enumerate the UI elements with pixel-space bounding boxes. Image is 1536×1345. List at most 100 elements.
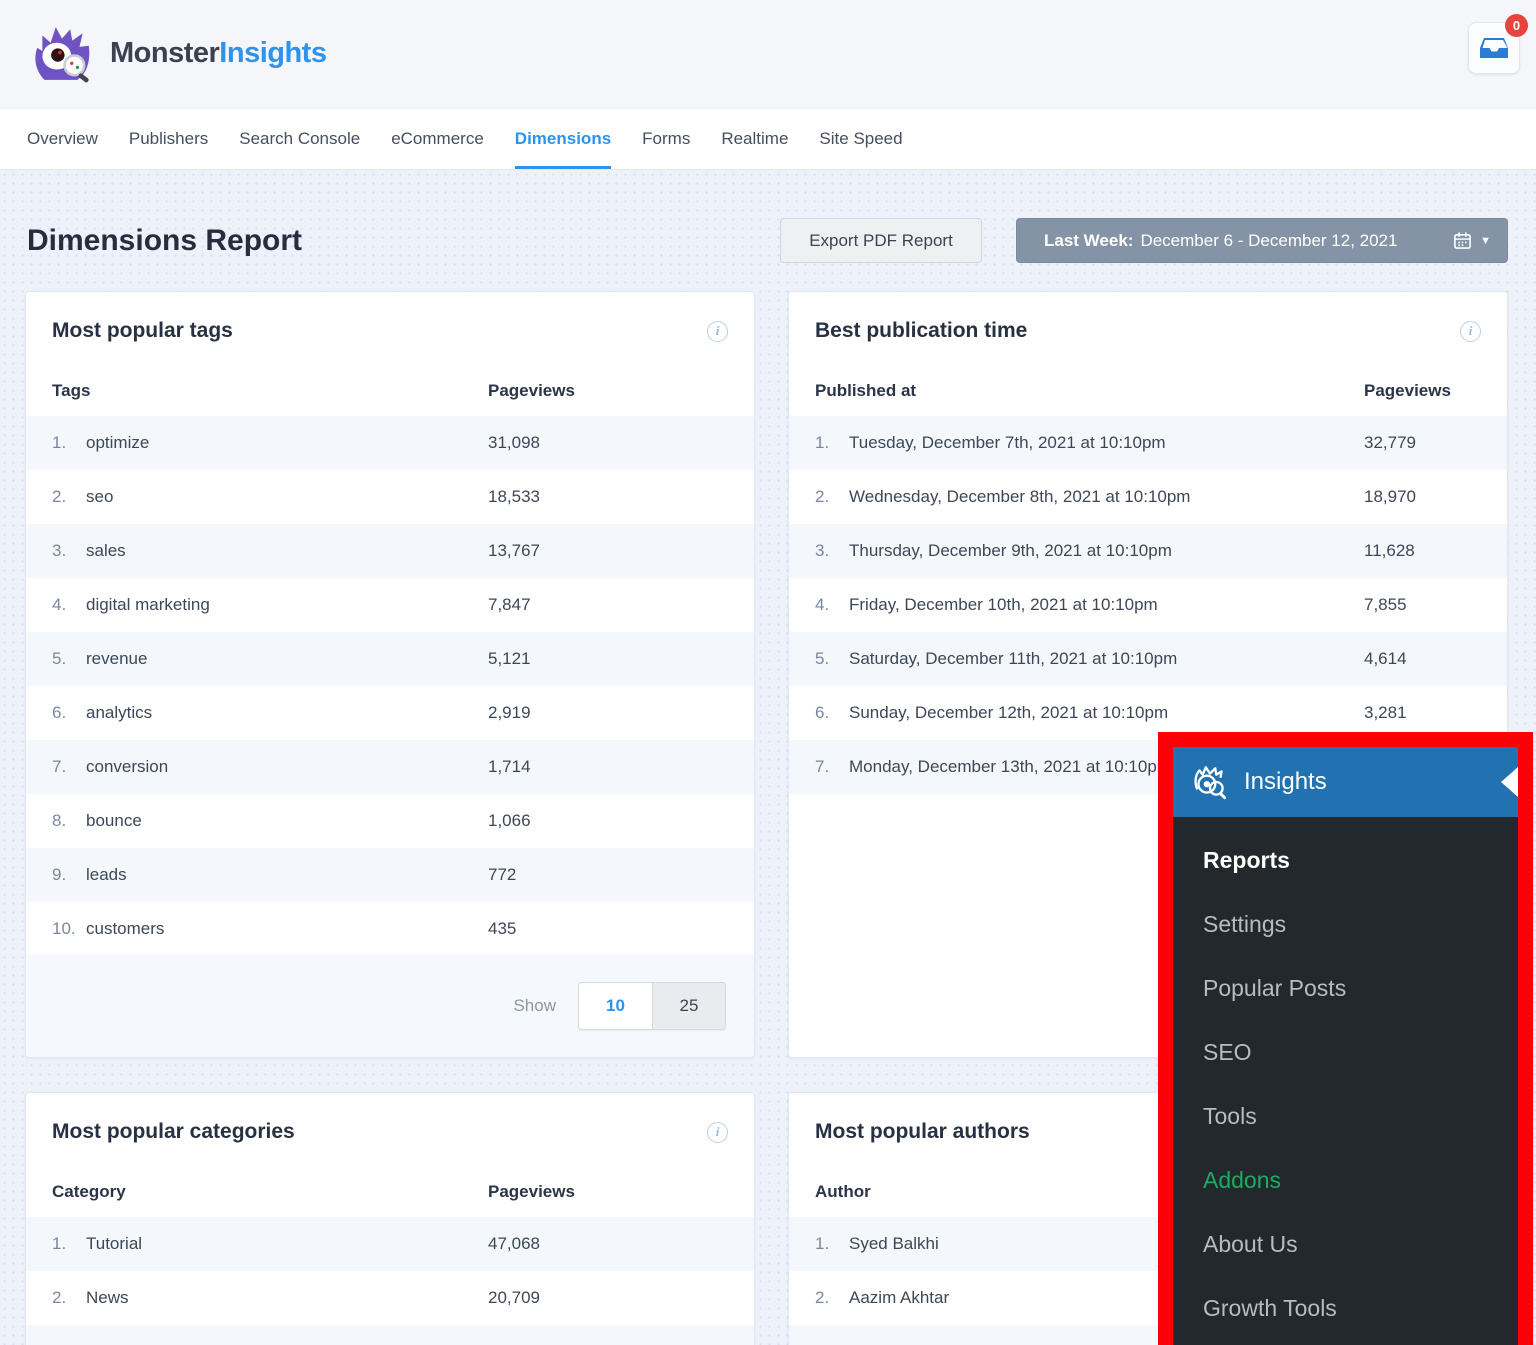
tab-publishers[interactable]: Publishers bbox=[129, 109, 208, 169]
pageviews-value: 435 bbox=[488, 919, 754, 939]
table-row: 8.bounce 1,066 bbox=[26, 794, 754, 848]
page-size-25[interactable]: 25 bbox=[652, 983, 725, 1029]
row-rank: 1. bbox=[815, 433, 849, 453]
table-header: Published at Pageviews bbox=[789, 366, 1507, 416]
app-logo: MonsterInsights bbox=[30, 20, 326, 86]
table-row: 3.sales13,767 bbox=[26, 524, 754, 578]
tab-forms[interactable]: Forms bbox=[642, 109, 690, 169]
table-row: 3.Thursday, December 9th, 2021 at 10:10p… bbox=[789, 524, 1507, 578]
info-circle-icon[interactable]: i bbox=[707, 321, 728, 342]
menu-item-seo[interactable]: SEO bbox=[1203, 1039, 1518, 1066]
collapse-arrow-icon[interactable] bbox=[1501, 767, 1518, 797]
show-label: Show bbox=[513, 996, 556, 1016]
tag-name: sales bbox=[86, 541, 126, 560]
report-nav: Overview Publishers Search Console eComm… bbox=[0, 108, 1536, 170]
export-pdf-button[interactable]: Export PDF Report bbox=[780, 218, 982, 263]
row-rank: 3. bbox=[52, 541, 86, 561]
page-size-10[interactable]: 10 bbox=[579, 983, 652, 1029]
date-range-value: December 6 - December 12, 2021 bbox=[1140, 231, 1397, 251]
menu-item-tools[interactable]: Tools bbox=[1203, 1103, 1518, 1130]
card-title: Most popular categories bbox=[52, 1120, 295, 1144]
table-row: 2.seo18,533 bbox=[26, 470, 754, 524]
menu-item-growth-tools[interactable]: Growth Tools bbox=[1203, 1295, 1518, 1322]
tab-search-console[interactable]: Search Console bbox=[239, 109, 360, 169]
table-header: Tags Pageviews bbox=[26, 366, 754, 416]
category-name: News bbox=[86, 1288, 129, 1307]
tab-realtime[interactable]: Realtime bbox=[721, 109, 788, 169]
pageviews-value: 18,533 bbox=[488, 487, 754, 507]
table-row: 4.digital marketing7,847 bbox=[26, 578, 754, 632]
menu-item-popular-posts[interactable]: Popular Posts bbox=[1203, 975, 1518, 1002]
pageviews-value: 7,847 bbox=[488, 595, 754, 615]
tab-ecommerce[interactable]: eCommerce bbox=[391, 109, 484, 169]
pageviews-value: 5,121 bbox=[488, 649, 754, 669]
tab-overview[interactable]: Overview bbox=[27, 109, 98, 169]
row-rank: 10. bbox=[52, 919, 86, 939]
pageviews-value: 18,970 bbox=[1364, 487, 1507, 507]
publish-time: Thursday, December 9th, 2021 at 10:10pm bbox=[849, 541, 1172, 560]
publish-time: Saturday, December 11th, 2021 at 10:10pm bbox=[849, 649, 1177, 668]
tags-table: 1.optimize31,098 2.seo18,533 3.sales13,7… bbox=[26, 416, 754, 956]
row-rank: 5. bbox=[815, 649, 849, 669]
info-circle-icon[interactable]: i bbox=[1460, 321, 1481, 342]
publish-time: Monday, December 13th, 2021 at 10:10pm bbox=[849, 757, 1171, 776]
row-rank: 3. bbox=[815, 541, 849, 561]
publish-time: Wednesday, December 8th, 2021 at 10:10pm bbox=[849, 487, 1190, 506]
table-row: 10.customers 435 bbox=[26, 902, 754, 956]
card-most-popular-categories: Most popular categories i Category Pagev… bbox=[25, 1092, 755, 1345]
notifications-button[interactable]: 0 bbox=[1468, 22, 1520, 74]
tag-name: leads bbox=[86, 865, 127, 884]
menu-item-addons[interactable]: Addons bbox=[1203, 1167, 1518, 1194]
info-circle-icon[interactable]: i bbox=[707, 1122, 728, 1143]
card-most-popular-tags: Most popular tags i Tags Pageviews 1.opt… bbox=[25, 291, 755, 1058]
tab-dimensions[interactable]: Dimensions bbox=[515, 109, 611, 169]
row-rank: 2. bbox=[815, 487, 849, 507]
column-header-tags: Tags bbox=[26, 381, 488, 401]
tag-name: seo bbox=[86, 487, 113, 506]
date-range-picker[interactable]: Last Week: December 6 - December 12, 202… bbox=[1016, 218, 1508, 263]
tag-name: bounce bbox=[86, 811, 142, 830]
table-row: 1.Tuesday, December 7th, 2021 at 10:10pm… bbox=[789, 416, 1507, 470]
table-row: 9.leads772 bbox=[26, 848, 754, 902]
wp-admin-menu-highlight: Insights Reports Settings Popular Posts … bbox=[1158, 732, 1533, 1345]
inbox-tray-icon bbox=[1479, 36, 1509, 60]
row-rank: 4. bbox=[52, 595, 86, 615]
table-row: 2.News 20,709 bbox=[26, 1271, 754, 1325]
row-rank: 9. bbox=[52, 865, 86, 885]
calendar-icon bbox=[1453, 231, 1472, 250]
row-rank: 8. bbox=[52, 811, 86, 831]
wp-insights-submenu: Reports Settings Popular Posts SEO Tools… bbox=[1173, 817, 1518, 1345]
table-row: 1.optimize31,098 bbox=[26, 416, 754, 470]
menu-item-settings[interactable]: Settings bbox=[1203, 911, 1518, 938]
row-rank: 2. bbox=[52, 1288, 86, 1308]
pageviews-value: 4,614 bbox=[1364, 649, 1507, 669]
wp-insights-menu-header[interactable]: Insights bbox=[1173, 747, 1518, 817]
page-size-toggle: 10 25 bbox=[578, 982, 726, 1030]
row-rank: 1. bbox=[52, 1234, 86, 1254]
pageviews-value: 47,068 bbox=[488, 1234, 754, 1254]
tag-name: customers bbox=[86, 919, 164, 938]
tag-name: revenue bbox=[86, 649, 147, 668]
app-header: MonsterInsights 0 bbox=[0, 0, 1536, 108]
pageviews-value: 1,066 bbox=[488, 811, 754, 831]
page-title: Dimensions Report bbox=[27, 224, 302, 258]
table-row: 1.Tutorial47,068 bbox=[26, 1217, 754, 1271]
pageviews-value: 3,281 bbox=[1364, 703, 1507, 723]
card-title: Most popular tags bbox=[52, 319, 233, 343]
pageviews-value: 31,098 bbox=[488, 433, 754, 453]
row-rank: 4. bbox=[815, 595, 849, 615]
pageviews-value: 7,855 bbox=[1364, 595, 1507, 615]
notification-badge: 0 bbox=[1505, 14, 1528, 37]
tab-site-speed[interactable]: Site Speed bbox=[819, 109, 902, 169]
row-rank: 1. bbox=[815, 1234, 849, 1254]
row-rank: 7. bbox=[815, 757, 849, 777]
pageviews-value: 20,709 bbox=[488, 1288, 754, 1308]
column-header-pageviews: Pageviews bbox=[488, 1182, 754, 1202]
pageviews-value: 11,628 bbox=[1364, 541, 1507, 561]
categories-table: 1.Tutorial47,068 2.News20,709 3.Product … bbox=[26, 1217, 754, 1345]
pageviews-value: 2,919 bbox=[488, 703, 754, 723]
card-title: Best publication time bbox=[815, 319, 1027, 343]
menu-item-reports[interactable]: Reports bbox=[1203, 847, 1518, 874]
menu-item-about-us[interactable]: About Us bbox=[1203, 1231, 1518, 1258]
table-row: 5.revenue5,121 bbox=[26, 632, 754, 686]
